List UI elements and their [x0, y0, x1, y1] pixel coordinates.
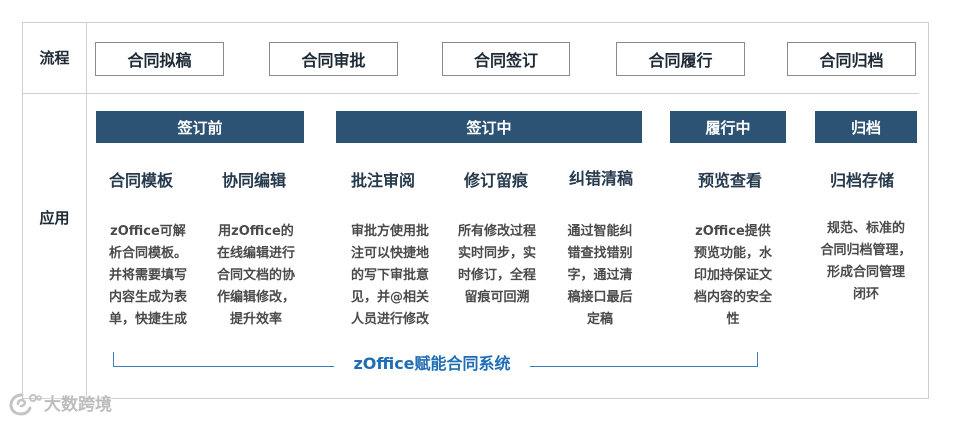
watermark-text: 大数跨境 [44, 395, 112, 415]
process-step-draft: 合同拟稿 [95, 42, 224, 76]
feature-desc-co-editing: 用zOffice的 在线编辑进行 合同文档的协 作编辑修改， 提升效率 [216, 224, 295, 327]
phase-performing: 履行中 [670, 111, 786, 143]
feature-title-review: 批注审阅 [350, 171, 415, 190]
bracket-left-line [113, 366, 334, 367]
watermark-logo-icon [9, 393, 42, 416]
feature-title-proofread: 纠错清稿 [568, 169, 633, 188]
phase-archive: 归档 [815, 111, 917, 143]
row-label-process: 流程 [39, 49, 70, 67]
feature-desc-proofread: 通过智能纠 错查找错别 字，通过清 稿接口最后 定稿 [567, 224, 633, 327]
phase-during-signing: 签订中 [336, 111, 642, 143]
diagram-frame [22, 22, 929, 399]
process-step-archive: 合同归档 [787, 42, 916, 76]
feature-desc-template: zOffice可解 析合同模板。 并将需要填写 内容生成为表 单，快捷生成 [108, 224, 187, 327]
feature-title-co-editing: 协同编辑 [221, 171, 286, 190]
feature-title-revision-trace: 修订留痕 [463, 171, 528, 190]
bracket-left-tick [113, 352, 114, 367]
feature-title-preview: 预览查看 [697, 171, 762, 190]
footer-system-label: zOffice赋能合同系统 [353, 354, 511, 373]
feature-desc-review: 审批方使用批 注可以快捷地 的写下审批意 见，并@相关 人员进行修改 [350, 224, 429, 327]
process-row-divider [22, 93, 919, 94]
phase-before-signing: 签订前 [96, 111, 304, 143]
feature-desc-archive-storage: 规范、标准的 合同归档管理， 形成合同管理 闭环 [820, 221, 912, 302]
row-label-application: 应用 [39, 209, 70, 227]
feature-desc-preview: zOffice提供 预览功能，水 印加持保证文 档内容的安全 性 [693, 224, 772, 327]
label-column-divider [86, 22, 87, 399]
process-step-signing: 合同签订 [442, 42, 570, 76]
bracket-right-tick [757, 352, 758, 367]
process-step-approval: 合同审批 [269, 42, 398, 76]
feature-desc-revision-trace: 所有修改过程 实时同步，实 时修订，全程 留痕可回溯 [457, 224, 536, 305]
process-step-performance: 合同履行 [616, 42, 745, 76]
feature-title-archive-storage: 归档存储 [829, 171, 894, 190]
feature-title-template: 合同模板 [108, 171, 173, 190]
bracket-right-line [530, 366, 758, 367]
